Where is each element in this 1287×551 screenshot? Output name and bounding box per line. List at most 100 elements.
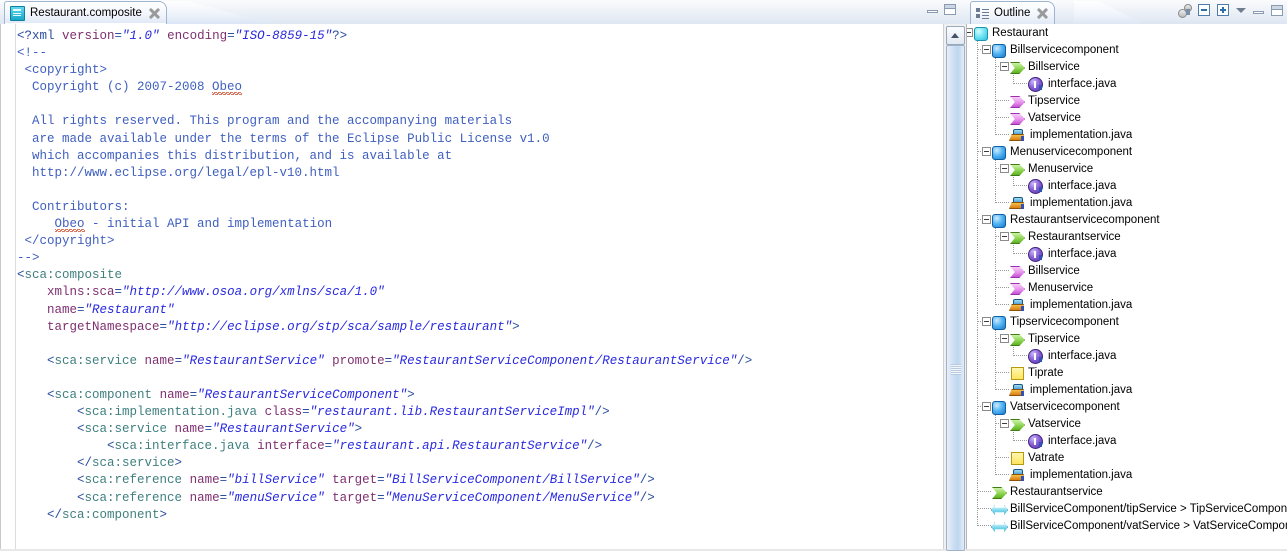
tree-item-vatservice[interactable]: Vatservice: [967, 415, 1287, 432]
scrollbar-thumb[interactable]: [946, 45, 965, 551]
tree-expander[interactable]: [1000, 232, 1009, 241]
tree-item-implementation-java[interactable]: implementation.java: [967, 296, 1287, 313]
tree-item-billservice[interactable]: Billservice: [967, 262, 1287, 279]
tree-item-label: interface.java: [1048, 77, 1117, 90]
tree-expander[interactable]: [967, 28, 973, 37]
tree-item-implementation-java[interactable]: implementation.java: [967, 381, 1287, 398]
minimize-icon[interactable]: [1253, 6, 1264, 15]
impl-icon: [1009, 127, 1027, 142]
tree-item-implementation-java[interactable]: implementation.java: [967, 194, 1287, 211]
tree-item-interface-java[interactable]: interface.java: [967, 432, 1287, 449]
code-line: <sca:implementation.java class="restaura…: [17, 405, 610, 420]
tree-item-menuservicecomponent[interactable]: Menuservicecomponent: [967, 143, 1287, 160]
tree-item-interface-java[interactable]: interface.java: [967, 75, 1287, 92]
outline-tree[interactable]: Restaurant Billservicecomponent Billservic…: [966, 24, 1287, 549]
tree-item-restaurantservice[interactable]: Restaurantservice: [967, 228, 1287, 245]
chevron-down-icon[interactable]: [1236, 7, 1246, 13]
tree-item-interface-java[interactable]: interface.java: [967, 347, 1287, 364]
code-text[interactable]: <?xml version="1.0" encoding="ISO-8859-1…: [17, 28, 752, 524]
tree-item-interface-java[interactable]: interface.java: [967, 177, 1287, 194]
close-icon[interactable]: [149, 8, 160, 19]
tree-item-restaurantservice[interactable]: Restaurantservice: [967, 483, 1287, 500]
sort-filter-icon[interactable]: [1178, 4, 1192, 18]
tree-item-label: Restaurantservicecomponent: [1010, 213, 1160, 226]
tree-item-label: implementation.java: [1030, 196, 1133, 209]
tree-indent: [967, 398, 991, 415]
xml-document-icon: [10, 5, 25, 21]
outline-tab-label: Outline: [994, 7, 1031, 19]
tree-item-label: Vatservicecomponent: [1010, 400, 1120, 413]
code-line: Contributors:: [17, 199, 130, 214]
composite-icon: [973, 25, 989, 41]
tree-indent: [967, 228, 1009, 245]
tree-item-restaurant[interactable]: Restaurant: [967, 24, 1287, 41]
scroll-up-icon[interactable]: [946, 26, 965, 45]
tree-item-billservicecomponent[interactable]: Billservicecomponent: [967, 41, 1287, 58]
tree-item-vatservicecomponent[interactable]: Vatservicecomponent: [967, 398, 1287, 415]
maximize-icon[interactable]: [944, 4, 956, 15]
tree-item-restaurantservicecomponent[interactable]: Restaurantservicecomponent: [967, 211, 1287, 228]
tree-indent: [967, 160, 1009, 177]
tree-indent: [967, 109, 1009, 126]
tree-item-tiprate[interactable]: Tiprate: [967, 364, 1287, 381]
tree-item-label: interface.java: [1048, 434, 1117, 447]
tree-expander[interactable]: [982, 317, 991, 326]
tree-item-tipservicecomponent[interactable]: Tipservicecomponent: [967, 313, 1287, 330]
code-line: <sca:reference name="billService" target…: [17, 473, 655, 488]
collapse-all-icon[interactable]: [1198, 4, 1210, 16]
tree-item-menuservice[interactable]: Menuservice: [967, 160, 1287, 177]
tree-item-interface-java[interactable]: interface.java: [967, 245, 1287, 262]
tree-item-billservice[interactable]: Billservice: [967, 58, 1287, 75]
property-icon: [1009, 450, 1025, 465]
code-line: <sca:interface.java interface="restauran…: [17, 439, 603, 454]
maximize-icon[interactable]: [1271, 4, 1283, 16]
tree-indent: [967, 58, 1009, 75]
tree-item-billservicecomponent-tipservice-tipservicecomponent-tipservice[interactable]: BillServiceComponent/tipService > TipSer…: [967, 500, 1287, 517]
tree-item-label: Vatrate: [1028, 451, 1065, 464]
code-line: All rights reserved. This program and th…: [17, 114, 513, 129]
tree-item-implementation-java[interactable]: implementation.java: [967, 466, 1287, 483]
tree-expander[interactable]: [1000, 164, 1009, 173]
code-line: <sca:reference name="menuService" target…: [17, 490, 655, 505]
component-icon: [991, 314, 1007, 330]
impl-icon: [1009, 467, 1027, 482]
service-icon: [1009, 416, 1025, 431]
close-icon[interactable]: [1037, 8, 1048, 19]
minimize-icon[interactable]: [927, 5, 938, 14]
tree-item-vatrate[interactable]: Vatrate: [967, 449, 1287, 466]
tree-expander[interactable]: [1000, 62, 1009, 71]
editor-tab-bar: Restaurant.composite: [0, 0, 966, 25]
tree-indent: [967, 245, 1027, 262]
xml-source-editor[interactable]: <?xml version="1.0" encoding="ISO-8859-1…: [0, 24, 944, 549]
tree-expander[interactable]: [982, 45, 991, 54]
tree-item-label: Billservice: [1028, 264, 1080, 277]
tree-item-label: Menuservicecomponent: [1010, 145, 1133, 158]
editor-vertical-scrollbar[interactable]: [943, 24, 966, 551]
tree-expander[interactable]: [982, 402, 991, 411]
tree-indent: [967, 177, 1027, 194]
editor-tab-restaurant-composite[interactable]: Restaurant.composite: [4, 1, 167, 24]
wire-icon: [991, 518, 1008, 533]
impl-icon: [1009, 297, 1027, 312]
interface-icon: [1027, 433, 1045, 449]
tree-item-label: Vatservice: [1028, 417, 1081, 430]
tree-expander[interactable]: [982, 147, 991, 156]
tree-expander[interactable]: [982, 215, 991, 224]
tree-item-menuservice[interactable]: Menuservice: [967, 279, 1287, 296]
code-line: <copyright>: [17, 63, 108, 78]
tree-indent: [967, 364, 1009, 381]
tree-item-tipservice[interactable]: Tipservice: [967, 330, 1287, 347]
tree-item-vatservice[interactable]: Vatservice: [967, 109, 1287, 126]
outline-tab[interactable]: Outline: [970, 1, 1056, 24]
tree-item-label: Billservice: [1028, 60, 1080, 73]
tree-item-tipservice[interactable]: Tipservice: [967, 92, 1287, 109]
tree-item-implementation-java[interactable]: implementation.java: [967, 126, 1287, 143]
annotation-ruler[interactable]: [1, 24, 16, 549]
tree-item-label: interface.java: [1048, 247, 1117, 260]
expand-all-icon[interactable]: [1217, 4, 1229, 16]
tree-expander[interactable]: [1000, 419, 1009, 428]
tree-expander[interactable]: [1000, 334, 1009, 343]
tree-item-billservicecomponent-vatservice-vatservicecomponent-vatservice[interactable]: BillServiceComponent/vatService > VatSer…: [967, 517, 1287, 534]
component-icon: [991, 144, 1007, 160]
tree-item-label: Tipservice: [1028, 332, 1080, 345]
